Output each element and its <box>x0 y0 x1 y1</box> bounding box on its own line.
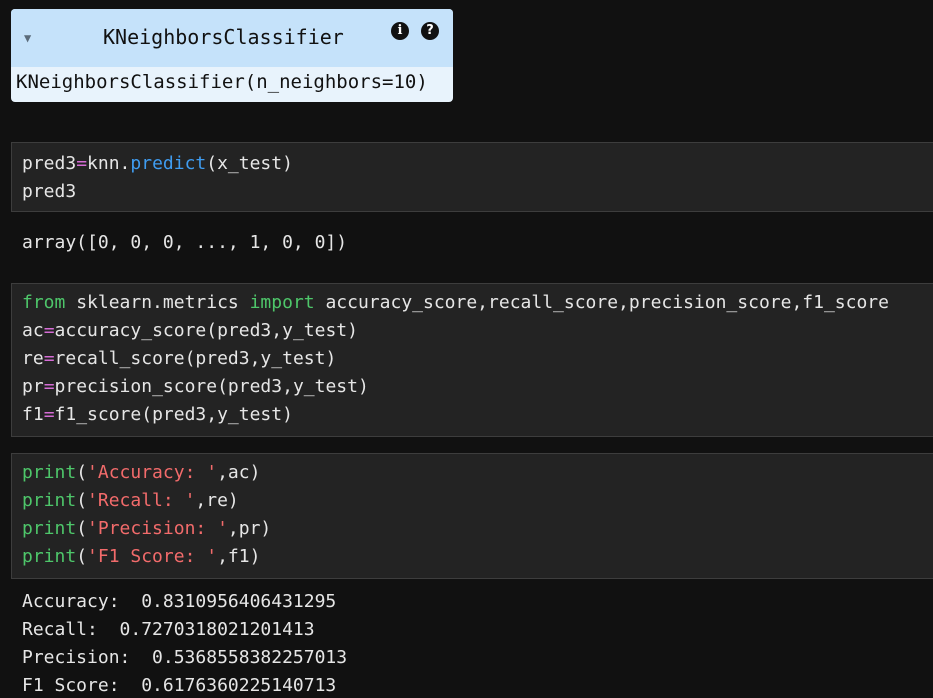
code-token: knn. <box>87 153 131 174</box>
code-token: ,pr) <box>227 518 272 539</box>
code-token: ( <box>76 462 88 483</box>
output-line-recall: Recall: 0.7270318021201413 <box>22 619 315 640</box>
code-line: f1=f1_score(pred3,y_test) <box>22 404 293 425</box>
code-token: print <box>22 462 77 483</box>
code-token: pred3 <box>22 153 77 174</box>
code-token: sklearn.metrics <box>65 292 250 313</box>
code-line: from sklearn.metrics import accuracy_sco… <box>22 292 889 313</box>
code-token: print <box>22 490 77 511</box>
code-cell-print[interactable]: print('Accuracy: ',ac) print('Recall: ',… <box>11 453 933 579</box>
cell-output-array: array([0, 0, 0, ..., 1, 0, 0]) <box>22 232 348 253</box>
code-token: ( <box>76 518 88 539</box>
estimator-repr: KNeighborsClassifier(n_neighbors=10) <box>16 71 428 93</box>
code-line: print('F1 Score: ',f1) <box>22 546 260 567</box>
code-line: pr=precision_score(pred3,y_test) <box>22 376 369 397</box>
code-token: pred3 <box>22 181 77 202</box>
code-token: 'Recall: ' <box>87 490 196 511</box>
code-token: = <box>43 404 55 425</box>
code-token: re <box>22 348 44 369</box>
code-line: ac=accuracy_score(pred3,y_test) <box>22 320 358 341</box>
code-line: pred3=knn.predict(x_test) <box>22 153 293 174</box>
code-token: ( <box>76 490 88 511</box>
code-token: ,ac) <box>217 462 261 483</box>
code-token: f1_score(pred3,y_test) <box>54 404 293 425</box>
code-line: print('Recall: ',re) <box>22 490 239 511</box>
code-cell-metrics[interactable]: from sklearn.metrics import accuracy_sco… <box>11 283 933 437</box>
code-token: import <box>249 292 315 313</box>
code-token: accuracy_score,recall_score,precision_sc… <box>314 292 889 313</box>
estimator-name: KNeighborsClassifier <box>103 25 344 49</box>
code-token: = <box>43 376 55 397</box>
code-token: ,f1) <box>217 546 261 567</box>
code-token: = <box>43 320 55 341</box>
code-token: print <box>22 518 77 539</box>
code-token: accuracy_score(pred3,y_test) <box>54 320 358 341</box>
estimator-header[interactable]: ▼ KNeighborsClassifier i ? <box>11 9 453 67</box>
code-line: re=recall_score(pred3,y_test) <box>22 348 336 369</box>
collapse-caret-icon[interactable]: ▼ <box>24 31 31 45</box>
code-token: 'F1 Score: ' <box>87 546 218 567</box>
code-token: = <box>43 348 55 369</box>
code-token: 'Accuracy: ' <box>87 462 218 483</box>
code-token: recall_score(pred3,y_test) <box>54 348 337 369</box>
estimator-widget[interactable]: ▼ KNeighborsClassifier i ? KNeighborsCla… <box>11 9 453 102</box>
code-token: precision_score(pred3,y_test) <box>54 376 369 397</box>
code-token: predict <box>130 153 207 174</box>
code-token: ( <box>76 546 88 567</box>
code-line: print('Precision: ',pr) <box>22 518 271 539</box>
code-token: ac <box>22 320 44 341</box>
code-token: from <box>22 292 66 313</box>
code-line: pred3 <box>22 181 76 202</box>
output-line-f1: F1 Score: 0.6176360225140713 <box>22 675 337 696</box>
code-token: print <box>22 546 77 567</box>
output-line-accuracy: Accuracy: 0.8310956406431295 <box>22 591 337 612</box>
code-cell-predict[interactable]: pred3=knn.predict(x_test) pred3 <box>11 142 933 212</box>
help-icon[interactable]: ? <box>421 22 439 40</box>
code-token: f1 <box>22 404 44 425</box>
code-token: pr <box>22 376 44 397</box>
code-line: print('Accuracy: ',ac) <box>22 462 260 483</box>
code-token: = <box>76 153 88 174</box>
code-token: 'Precision: ' <box>87 518 228 539</box>
output-line-precision: Precision: 0.5368558382257013 <box>22 647 348 668</box>
code-token: ,re) <box>195 490 239 511</box>
code-token: (x_test) <box>206 153 293 174</box>
info-icon[interactable]: i <box>391 22 409 40</box>
